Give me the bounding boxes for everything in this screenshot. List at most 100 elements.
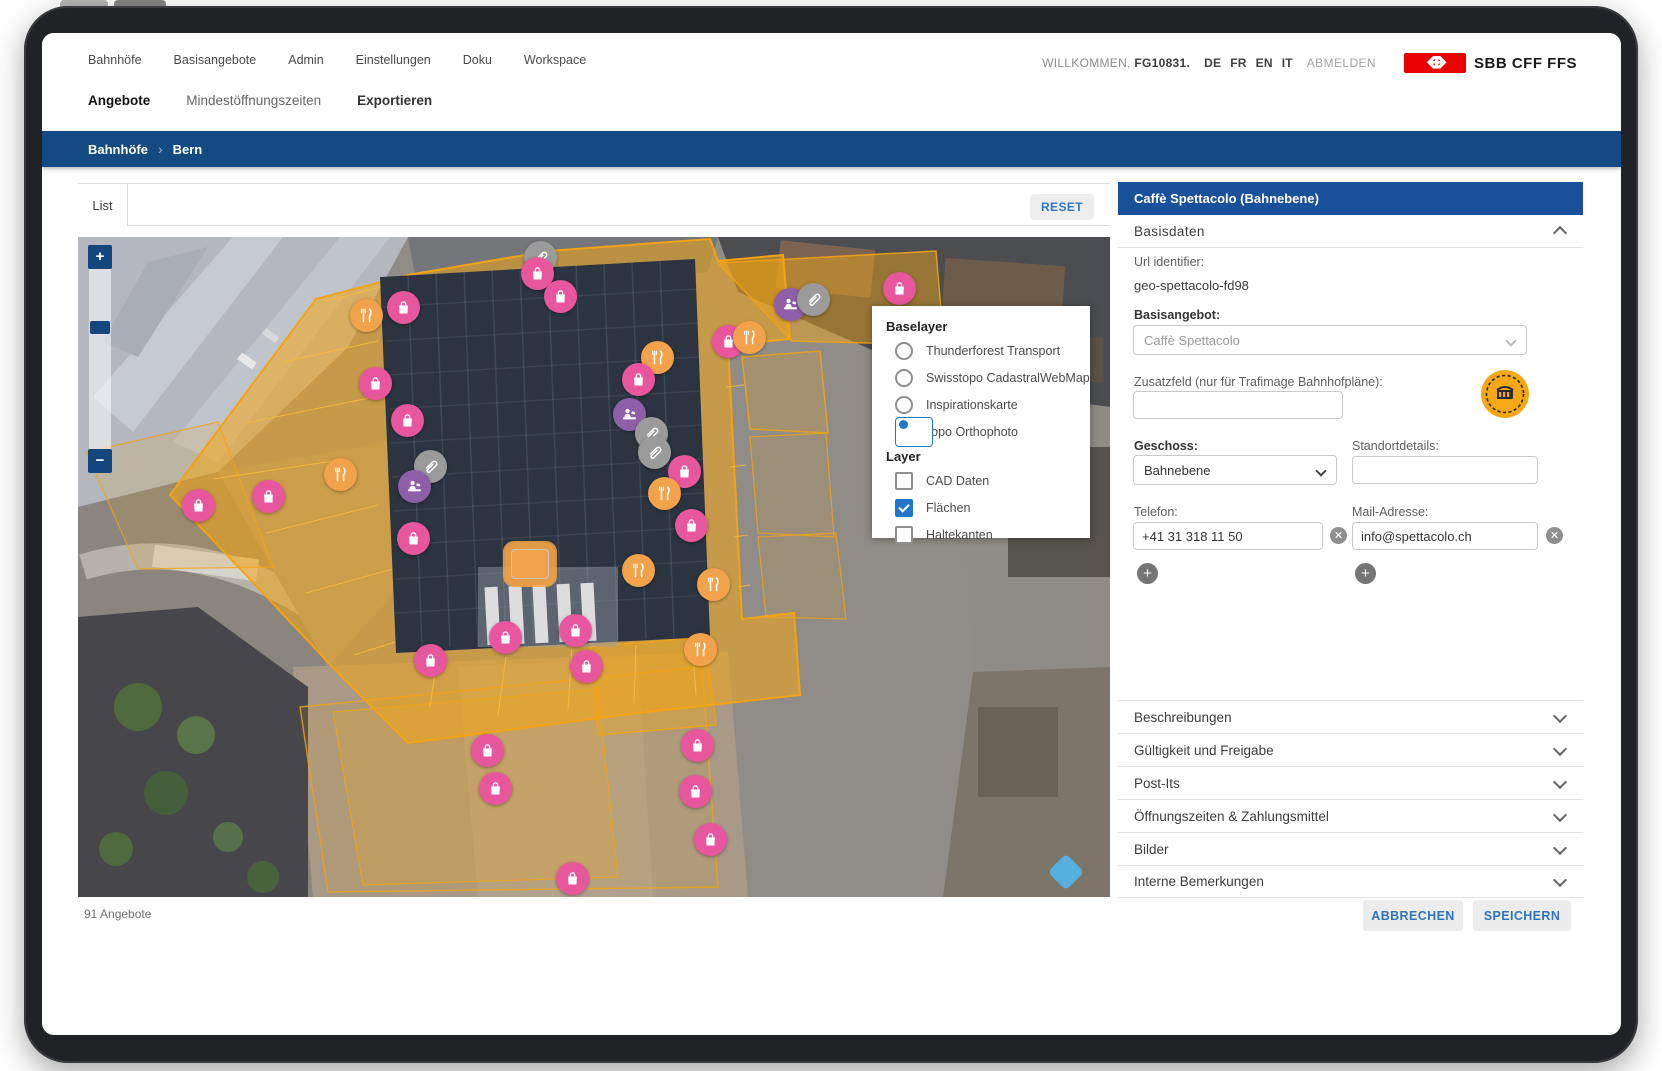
map-marker-restaurant[interactable] <box>324 458 357 491</box>
layer-option-fl-chen[interactable]: Flächen <box>886 494 1090 521</box>
map-marker-shop[interactable] <box>387 291 420 324</box>
subnav-item-mindest-ffnungszeiten[interactable]: Mindestöffnungszeiten <box>186 93 321 108</box>
nav-item-bahnh-fe[interactable]: Bahnhöfe <box>88 53 142 67</box>
map-marker-service[interactable] <box>398 470 431 503</box>
geschoss-select[interactable]: Bahnebene <box>1133 455 1337 485</box>
map-marker-shop[interactable] <box>489 621 522 654</box>
add-telefon-button[interactable]: + <box>1137 563 1158 584</box>
language-it[interactable]: IT <box>1282 56 1293 70</box>
nav-item-doku[interactable]: Doku <box>463 53 492 67</box>
layer-option-haltekanten[interactable]: Haltekanten <box>886 521 1090 548</box>
language-de[interactable]: DE <box>1204 56 1221 70</box>
nav-item-basisangebote[interactable]: Basisangebote <box>174 53 257 67</box>
map-marker-shop[interactable] <box>694 823 727 856</box>
map-marker-shop[interactable] <box>391 404 424 437</box>
map-marker-shop[interactable] <box>414 644 447 677</box>
zoom-out-button[interactable]: − <box>88 449 112 473</box>
section-label: Öffnungszeiten & Zahlungsmittel <box>1134 809 1329 824</box>
map-marker-shop[interactable] <box>359 367 392 400</box>
map-marker-attachment[interactable] <box>638 436 671 469</box>
accordion-section-basisdaten[interactable]: Basisdaten <box>1118 215 1583 248</box>
restaurant-icon <box>691 640 710 659</box>
baselayer-option-swisstopo-orthophoto[interactable]: Swisstopo Orthophoto <box>886 418 1090 445</box>
nav-item-admin[interactable]: Admin <box>288 53 323 67</box>
map-marker-shop[interactable] <box>252 480 285 513</box>
section-label: Post-Its <box>1134 776 1180 791</box>
language-en[interactable]: EN <box>1256 56 1273 70</box>
map-marker-shop[interactable] <box>681 729 714 762</box>
standortdetails-input[interactable] <box>1352 456 1538 484</box>
layer-label: Haltekanten <box>926 528 993 542</box>
map-marker-restaurant[interactable] <box>733 321 766 354</box>
map-canvas[interactable]: + − Baselayer Thunderforest TransportSwi… <box>78 237 1110 897</box>
chevron-down-icon <box>1553 741 1567 755</box>
map-marker-restaurant[interactable] <box>648 477 681 510</box>
accordion-section-ffnungszeiten-zahlungsmittel[interactable]: Öffnungszeiten & Zahlungsmittel <box>1118 799 1583 832</box>
subnav-item-angebote[interactable]: Angebote <box>88 93 150 108</box>
baselayer-option-inspirationskarte[interactable]: Inspirationskarte <box>886 391 1090 418</box>
chevron-down-icon <box>1553 840 1567 854</box>
add-mail-button[interactable]: + <box>1355 563 1376 584</box>
map-marker-restaurant[interactable] <box>697 568 730 601</box>
mail-input[interactable] <box>1352 522 1538 550</box>
shopping-bag-icon <box>675 462 694 481</box>
breadcrumb-separator-icon: › <box>158 141 163 157</box>
language-fr[interactable]: FR <box>1230 56 1246 70</box>
cancel-button[interactable]: ABBRECHEN <box>1363 900 1463 931</box>
accordion-section-bilder[interactable]: Bilder <box>1118 832 1583 865</box>
reset-button[interactable]: RESET <box>1030 194 1094 220</box>
tabbar-rest <box>128 184 1110 226</box>
map-marker-restaurant[interactable] <box>511 549 549 579</box>
baselayer-option-swisstopo-cadastralwebmap[interactable]: Swisstopo CadastralWebMap <box>886 364 1090 391</box>
username: FG10831. <box>1134 56 1190 70</box>
logout-link[interactable]: ABMELDEN <box>1307 56 1376 70</box>
accordion-section-beschreibungen[interactable]: Beschreibungen <box>1118 700 1583 733</box>
shopping-bag-icon <box>563 869 582 888</box>
top-navigation-bar: Bahnhöfe Basisangebote Admin Einstellungen D… <box>42 33 1621 131</box>
map-marker-shop[interactable] <box>182 489 215 522</box>
telefon-input[interactable] <box>1133 522 1323 550</box>
map-marker-shop[interactable] <box>471 734 504 767</box>
shopping-bag-icon <box>421 651 440 670</box>
map-marker-shop[interactable] <box>556 862 589 895</box>
shopping-bag-icon <box>496 628 515 647</box>
main-nav: Bahnhöfe Basisangebote Admin Einstellungen D… <box>88 53 586 67</box>
map-marker-shop[interactable] <box>675 509 708 542</box>
map-marker-shop[interactable] <box>479 772 512 805</box>
baselayer-label: Swisstopo CadastralWebMap <box>926 371 1090 385</box>
subnav-item-exportieren[interactable]: Exportieren <box>357 93 432 108</box>
accordion-section-interne-bemerkungen[interactable]: Interne Bemerkungen <box>1118 865 1583 898</box>
breadcrumb-root[interactable]: Bahnhöfe <box>88 142 148 157</box>
basisangebot-select[interactable]: Caffè Spettacolo <box>1133 325 1527 355</box>
nav-item-workspace[interactable]: Workspace <box>524 53 586 67</box>
map-marker-shop[interactable] <box>622 363 655 396</box>
app-window: Bahnhöfe Basisangebote Admin Einstellungen D… <box>42 33 1621 1035</box>
map-marker-shop[interactable] <box>544 280 577 313</box>
map-marker-shop[interactable] <box>397 522 430 555</box>
tab-list[interactable]: List <box>78 184 128 226</box>
map-marker-attachment[interactable] <box>797 283 830 316</box>
zusatzfeld-input[interactable] <box>1133 391 1343 419</box>
shopping-bag-icon <box>682 516 701 535</box>
map-marker-shop[interactable] <box>883 272 916 305</box>
chevron-down-icon <box>1553 774 1567 788</box>
zoom-slider-track[interactable] <box>89 245 111 473</box>
map-marker-restaurant[interactable] <box>684 633 717 666</box>
map-marker-shop[interactable] <box>679 775 712 808</box>
layer-option-cad-daten[interactable]: CAD Daten <box>886 467 1090 494</box>
clear-telefon-icon[interactable]: ✕ <box>1330 527 1347 544</box>
map-marker-restaurant[interactable] <box>350 299 383 332</box>
zoom-in-button[interactable]: + <box>88 245 112 269</box>
map-marker-restaurant[interactable] <box>622 554 655 587</box>
map-marker-shop[interactable] <box>559 614 592 647</box>
accordion-section-post-its[interactable]: Post-Its <box>1118 766 1583 799</box>
baselayer-option-thunderforest-transport[interactable]: Thunderforest Transport <box>886 337 1090 364</box>
geschoss-value: Bahnebene <box>1144 463 1211 478</box>
save-button[interactable]: SPEICHERN <box>1473 900 1571 931</box>
zoom-slider-handle[interactable] <box>90 321 110 334</box>
clear-mail-icon[interactable]: ✕ <box>1546 527 1563 544</box>
accordion-section-g-ltigkeit-und-freigabe[interactable]: Gültigkeit und Freigabe <box>1118 733 1583 766</box>
shopping-bag-icon <box>566 621 585 640</box>
nav-item-einstellungen[interactable]: Einstellungen <box>356 53 431 67</box>
map-marker-shop[interactable] <box>570 650 603 683</box>
